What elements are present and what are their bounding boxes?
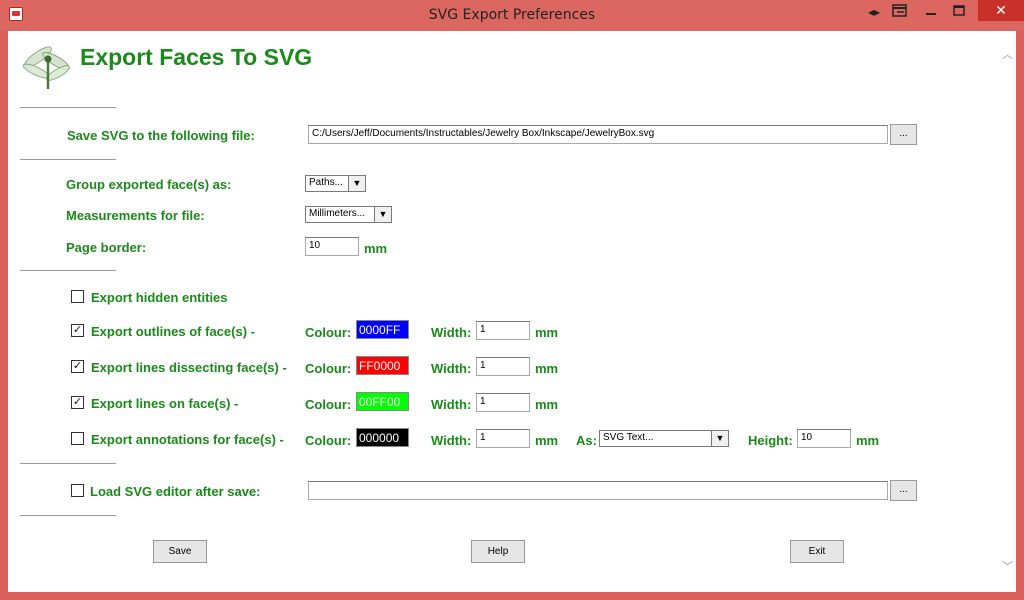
outlines-colour-swatch[interactable]: 0000FF	[356, 320, 409, 339]
divider	[20, 270, 116, 271]
left-right-arrows-icon[interactable]: ◂▸	[864, 4, 884, 20]
export-annotations-checkbox[interactable]	[71, 432, 84, 445]
save-file-browse-button[interactable]: ...	[890, 124, 917, 145]
page-title: Export Faces To SVG	[80, 44, 313, 70]
group-select[interactable]: Paths... ▼	[305, 175, 366, 192]
measurements-select-value: Millimeters...	[309, 208, 366, 219]
close-icon[interactable]: ✕	[978, 0, 1024, 21]
annotations-width-label: Width:	[431, 433, 472, 448]
annotations-colour-swatch[interactable]: 000000	[356, 428, 409, 447]
divider	[20, 515, 116, 516]
editor-path-input[interactable]	[308, 481, 888, 500]
export-hidden-checkbox[interactable]	[71, 290, 84, 303]
export-dissecting-label: Export lines dissecting face(s) -	[91, 360, 287, 375]
editor-browse-button[interactable]: ...	[890, 480, 917, 501]
annotations-height-label: Height:	[748, 433, 793, 448]
title-bar: SVG Export Preferences ◂▸ ✕	[0, 0, 1024, 31]
dragonfly-icon	[18, 41, 74, 91]
page-border-input[interactable]: 10	[305, 237, 359, 256]
export-outlines-label: Export outlines of face(s) -	[91, 324, 255, 339]
chevron-down-icon: ▼	[711, 431, 728, 446]
load-editor-label: Load SVG editor after save:	[90, 484, 261, 499]
dialog-client-area: Export Faces To SVG Save SVG to the foll…	[8, 31, 1016, 592]
dissecting-width-unit: mm	[535, 361, 559, 376]
annotations-colour-label: Colour:	[305, 433, 352, 448]
dissecting-colour-label: Colour:	[305, 361, 352, 376]
export-annotations-label: Export annotations for face(s) -	[91, 432, 284, 447]
export-dissecting-checkbox[interactable]: ✓	[71, 360, 84, 373]
lines-on-face-colour-swatch[interactable]: 00FF00	[356, 392, 409, 411]
annotations-as-select[interactable]: SVG Text... ▼	[599, 430, 729, 447]
minimize-icon[interactable]	[922, 4, 940, 20]
export-outlines-checkbox[interactable]: ✓	[71, 324, 84, 337]
group-label: Group exported face(s) as:	[66, 177, 232, 192]
lines-on-face-width-unit: mm	[535, 397, 559, 412]
measurements-label: Measurements for file:	[66, 208, 205, 223]
dissecting-width-label: Width:	[431, 361, 472, 376]
outlines-width-label: Width:	[431, 325, 472, 340]
annotations-as-label: As:	[576, 433, 597, 448]
divider	[20, 159, 116, 160]
chevron-up-icon[interactable]: ︿	[1001, 49, 1014, 62]
chevron-down-icon[interactable]: ﹀	[1001, 561, 1014, 574]
save-file-path-input[interactable]: C:/Users/Jeff/Documents/Instructables/Je…	[308, 125, 888, 144]
help-button[interactable]: Help	[471, 540, 525, 563]
annotations-width-input[interactable]: 1	[476, 429, 530, 448]
annotations-width-unit: mm	[535, 433, 559, 448]
annotations-height-unit: mm	[856, 433, 880, 448]
exit-button[interactable]: Exit	[790, 540, 844, 563]
outlines-colour-label: Colour:	[305, 325, 352, 340]
chevron-down-icon: ▼	[374, 207, 391, 222]
chevron-down-icon: ▼	[348, 176, 365, 191]
page-border-unit: mm	[364, 241, 388, 256]
dissecting-width-input[interactable]: 1	[476, 357, 530, 376]
group-select-value: Paths...	[309, 177, 343, 188]
annotations-height-input[interactable]: 10	[797, 429, 851, 448]
export-lines-on-face-label: Export lines on face(s) -	[91, 396, 239, 411]
lines-on-face-width-label: Width:	[431, 397, 472, 412]
outlines-width-input[interactable]: 1	[476, 321, 530, 340]
save-button[interactable]: Save	[153, 540, 207, 563]
maximize-icon[interactable]	[950, 4, 968, 20]
export-lines-on-face-checkbox[interactable]: ✓	[71, 396, 84, 409]
divider	[20, 463, 116, 464]
save-file-label: Save SVG to the following file:	[67, 128, 255, 143]
export-hidden-label: Export hidden entities	[91, 290, 228, 305]
annotations-as-select-value: SVG Text...	[603, 432, 654, 443]
measurements-select[interactable]: Millimeters... ▼	[305, 206, 392, 223]
lines-on-face-colour-label: Colour:	[305, 397, 352, 412]
page-border-label: Page border:	[66, 240, 147, 255]
dock-icon[interactable]	[891, 4, 909, 20]
lines-on-face-width-input[interactable]: 1	[476, 393, 530, 412]
dissecting-colour-swatch[interactable]: FF0000	[356, 356, 409, 375]
divider	[20, 107, 116, 108]
vertical-scrollbar[interactable]: ︿ ﹀	[999, 31, 1016, 592]
outlines-width-unit: mm	[535, 325, 559, 340]
load-editor-checkbox[interactable]	[71, 484, 84, 497]
